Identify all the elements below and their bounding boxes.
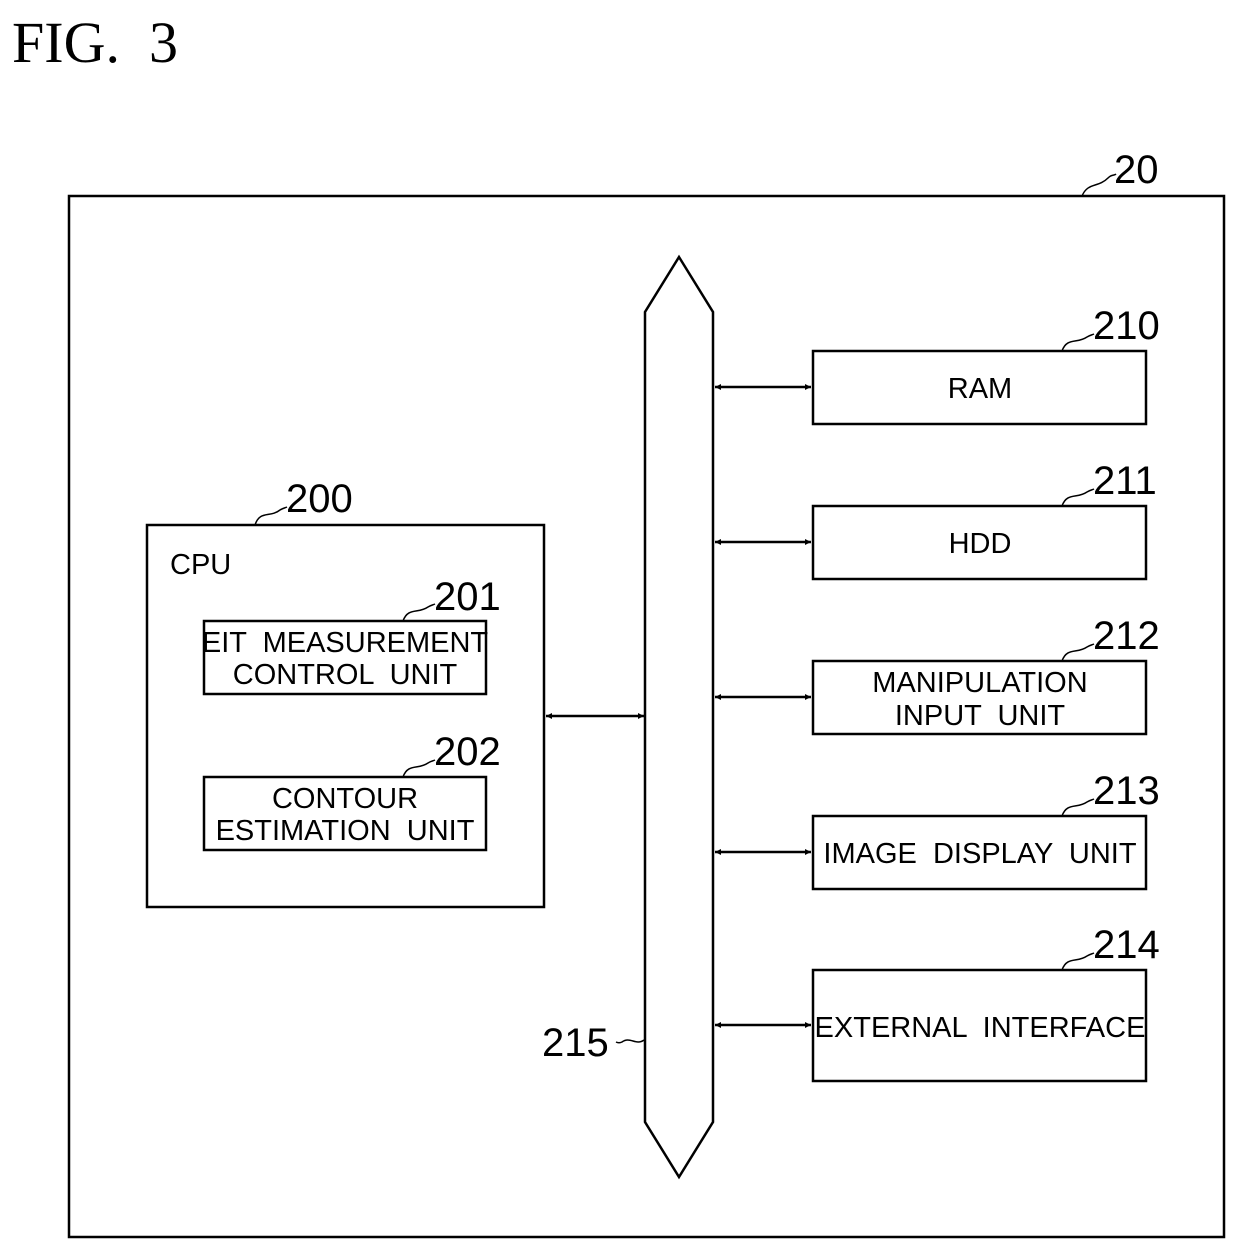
cpu-label: CPU <box>170 549 231 581</box>
component-210-label: RAM <box>948 373 1012 405</box>
figure-title: FIG. 3 <box>12 10 178 75</box>
block-diagram: FIG. 3 20 200 CPU 201 EIT MEASUREMENT CO… <box>12 10 1226 1239</box>
component-211-ref: 211 <box>1093 459 1157 503</box>
bus-ref: 215 <box>542 1021 609 1065</box>
component-210-ref: 210 <box>1093 304 1160 348</box>
unit-201-line-2: CONTROL UNIT <box>233 659 458 691</box>
component-212-line-2: INPUT UNIT <box>895 700 1066 732</box>
device-ref: 20 <box>1114 148 1159 192</box>
component-213-label: IMAGE DISPLAY UNIT <box>823 838 1136 870</box>
unit-201-line-1: EIT MEASUREMENT <box>202 627 489 659</box>
unit-202-ref: 202 <box>434 730 501 774</box>
component-211-label: HDD <box>949 528 1012 560</box>
device-leader <box>1081 173 1117 197</box>
cpu-ref: 200 <box>286 477 353 521</box>
component-212-ref: 212 <box>1093 614 1160 658</box>
component-212-line-1: MANIPULATION <box>872 667 1087 699</box>
unit-201-ref: 201 <box>434 575 501 619</box>
component-214-ref: 214 <box>1093 923 1160 967</box>
unit-202-line-1: CONTOUR <box>272 783 418 815</box>
component-214-label: EXTERNAL INTERFACE <box>815 1012 1146 1044</box>
system-bus <box>643 254 715 1180</box>
component-213-ref: 213 <box>1093 769 1160 813</box>
unit-202-line-2: ESTIMATION UNIT <box>216 815 475 847</box>
